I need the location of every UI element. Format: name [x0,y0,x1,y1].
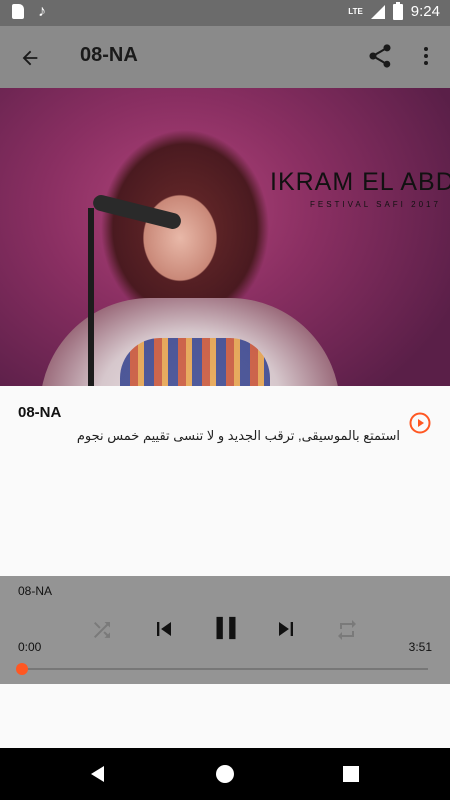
app-bar: 08-NA [0,26,450,88]
player-track-title: 08-NA [18,584,53,598]
system-nav-bar [0,748,450,800]
battery-charging-icon [392,1,403,20]
artwork-mic-stand [88,208,94,386]
seek-bar[interactable] [16,663,428,675]
clock: 9:24 [410,3,440,20]
total-time: 3:51 [408,640,432,654]
seek-bar-thumb[interactable] [16,663,28,675]
artwork-embroidery [120,338,270,386]
share-icon[interactable] [366,42,394,70]
status-bar: ♪ LTE 9:24 [0,0,450,26]
sd-card-icon [12,4,24,19]
more-vert-icon[interactable] [414,42,438,70]
track-title: 08-NA [18,404,62,421]
nav-recents-icon[interactable] [339,762,363,786]
skip-previous-icon[interactable] [150,615,178,643]
pause-icon[interactable] [207,609,245,647]
shuffle-icon[interactable] [90,618,114,642]
artwork-microphone [91,193,183,231]
network-type: LTE [348,6,363,16]
page-title: 08-NA [80,44,138,66]
current-time: 0:00 [18,640,42,654]
back-arrow-icon [22,50,38,66]
track-description: استمتع بالموسيقى, ترقب الجديد و لا تنسى … [76,428,400,443]
signal-icon [370,4,385,19]
artwork-subtitle: FESTIVAL SAFI 2017 [310,200,441,209]
album-artwork: IKRAM EL ABDIA FESTIVAL SAFI 2017 [0,88,450,386]
play-circle-icon[interactable] [408,411,432,435]
repeat-icon[interactable] [335,618,359,642]
skip-next-icon[interactable] [272,615,300,643]
nav-back-icon[interactable] [86,762,110,786]
artwork-artist-name: IKRAM EL ABDIA [270,168,450,196]
mini-player: 08-NA 0:00 3:51 [0,576,450,684]
music-note-icon: ♪ [38,3,46,20]
nav-home-icon[interactable] [213,762,237,786]
back-button[interactable] [14,42,46,74]
